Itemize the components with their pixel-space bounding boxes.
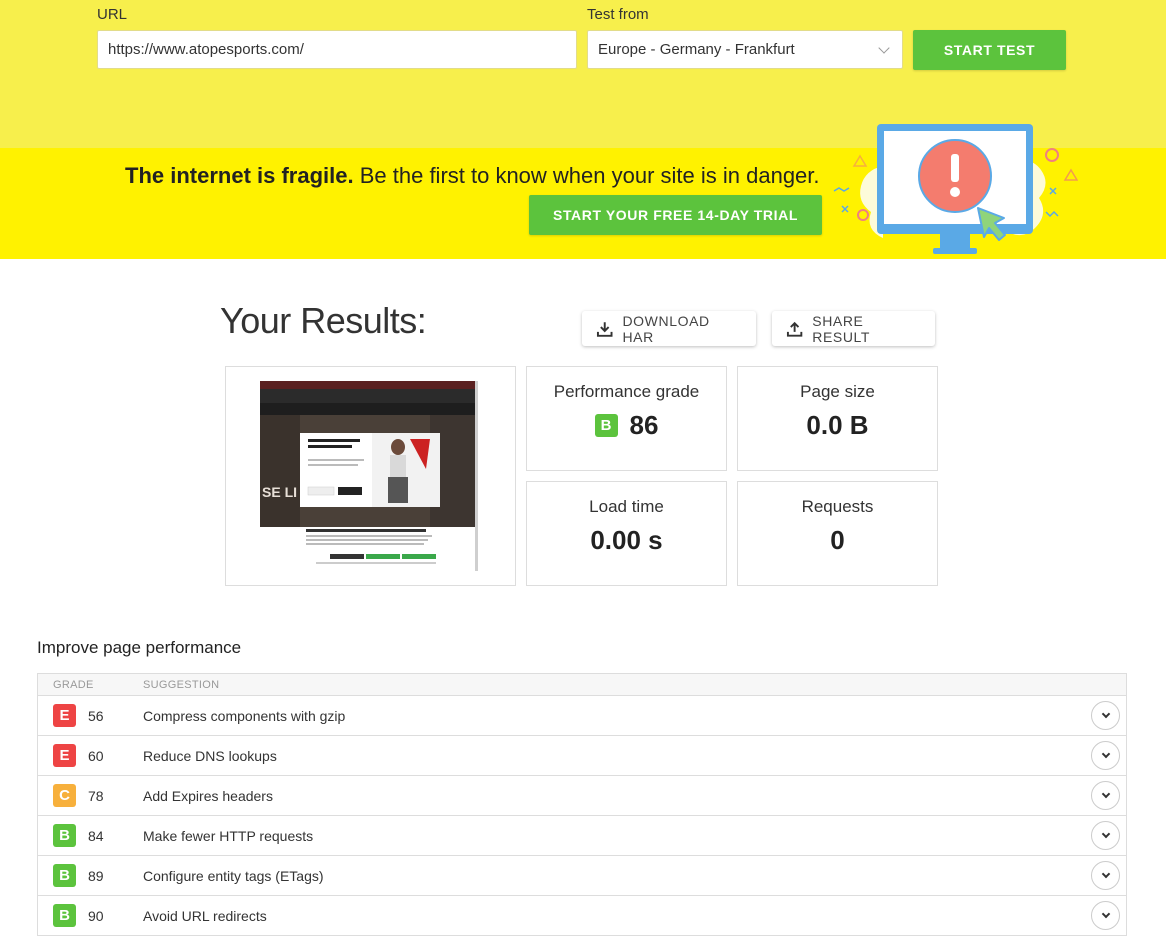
test-location-value: Europe - Germany - Frankfurt xyxy=(598,41,795,58)
test-from-label: Test from xyxy=(587,6,649,23)
grade-cell: C xyxy=(38,784,88,807)
svg-text:SE LI: SE LI xyxy=(262,484,297,500)
url-label: URL xyxy=(97,6,128,23)
grade-badge: B xyxy=(53,904,76,927)
expand-row-button[interactable] xyxy=(1091,901,1120,930)
table-header: GRADE SUGGESTION xyxy=(38,674,1126,696)
grade-cell: B xyxy=(38,904,88,927)
expand-row-button[interactable] xyxy=(1091,781,1120,810)
expand-row-button[interactable] xyxy=(1091,821,1120,850)
upload-share-icon xyxy=(786,321,803,337)
chevron-down-icon xyxy=(878,41,890,54)
promo-banner: The internet is fragile. Be the first to… xyxy=(0,124,1166,259)
test-location-select[interactable]: Europe - Germany - Frankfurt xyxy=(587,30,903,69)
site-screenshot-thumbnail: SE LI xyxy=(260,381,478,571)
suggestion-cell: Make fewer HTTP requests xyxy=(143,827,314,844)
chevron-down-icon xyxy=(1101,749,1110,759)
score-cell: 56 xyxy=(88,707,104,724)
table-row[interactable]: E 56 Compress components with gzip xyxy=(38,696,1126,736)
load-time-label: Load time xyxy=(589,497,664,516)
grade-cell: B xyxy=(38,864,88,887)
url-input[interactable] xyxy=(97,30,577,69)
expand-row-button[interactable] xyxy=(1091,741,1120,770)
grade-badge: E xyxy=(53,704,76,727)
promo-headline-rest: Be the first to know when your site is i… xyxy=(353,163,820,188)
chevron-down-icon xyxy=(1101,789,1110,799)
grade-cell: E xyxy=(38,744,88,767)
performance-grade-value: B 86 xyxy=(527,410,726,441)
score-cell: 60 xyxy=(88,747,104,764)
download-icon xyxy=(596,321,613,337)
suggestions-table: GRADE SUGGESTION E 56 Compress components … xyxy=(37,673,1127,936)
load-time-card: Load time 0.00 s xyxy=(526,481,727,586)
expand-row-button[interactable] xyxy=(1091,701,1120,730)
start-test-button[interactable]: START TEST xyxy=(913,30,1066,70)
chevron-down-icon xyxy=(1101,869,1110,879)
score-cell: 78 xyxy=(88,787,104,804)
download-har-button[interactable]: DOWNLOAD HAR xyxy=(582,311,756,346)
suggestion-cell: Avoid URL redirects xyxy=(143,907,267,924)
score-cell: 90 xyxy=(88,907,104,924)
results-title: Your Results: xyxy=(220,300,427,341)
score-cell: 89 xyxy=(88,867,104,884)
table-row[interactable]: B 84 Make fewer HTTP requests xyxy=(38,816,1126,856)
page-size-card: Page size 0.0 B xyxy=(737,366,938,471)
suggestion-cell: Configure entity tags (ETags) xyxy=(143,867,324,884)
expand-row-button[interactable] xyxy=(1091,861,1120,890)
monitor-alert-illustration xyxy=(833,124,1078,254)
table-row[interactable]: C 78 Add Expires headers xyxy=(38,776,1126,816)
grade-cell: B xyxy=(38,824,88,847)
grade-badge: E xyxy=(53,744,76,767)
promo-headline: The internet is fragile. Be the first to… xyxy=(125,163,820,189)
suggestion-column-header: SUGGESTION xyxy=(143,678,220,691)
improve-performance-title: Improve page performance xyxy=(37,638,242,657)
score-cell: 84 xyxy=(88,827,104,844)
grade-column-header: GRADE xyxy=(53,678,94,691)
suggestion-cell: Add Expires headers xyxy=(143,787,273,804)
grade-badge: B xyxy=(53,824,76,847)
load-time-value: 0.00 s xyxy=(590,525,663,555)
promo-headline-bold: The internet is fragile. xyxy=(125,163,354,188)
share-result-button[interactable]: SHARE RESULT xyxy=(772,311,935,346)
chevron-down-icon xyxy=(1101,909,1110,919)
suggestion-cell: Compress components with gzip xyxy=(143,707,346,724)
free-trial-button[interactable]: START YOUR FREE 14-DAY TRIAL xyxy=(529,195,822,235)
requests-label: Requests xyxy=(801,497,874,516)
performance-grade-card: Performance grade B 86 xyxy=(526,366,727,471)
table-row[interactable]: B 90 Avoid URL redirects xyxy=(38,896,1126,936)
performance-score: 86 xyxy=(629,410,659,440)
grade-badge: B xyxy=(594,414,618,437)
page-size-label: Page size xyxy=(800,382,875,401)
download-har-label: DOWNLOAD HAR xyxy=(622,312,710,345)
suggestion-cell: Reduce DNS lookups xyxy=(143,747,277,764)
grade-cell: E xyxy=(38,704,88,727)
table-row[interactable]: B 89 Configure entity tags (ETags) xyxy=(38,856,1126,896)
page-screenshot-card: SE LI xyxy=(225,366,516,586)
page-size-value: 0.0 B xyxy=(806,410,869,440)
grade-badge: B xyxy=(53,864,76,887)
share-result-label: SHARE RESULT xyxy=(812,312,871,345)
table-row[interactable]: E 60 Reduce DNS lookups xyxy=(38,736,1126,776)
chevron-down-icon xyxy=(1101,709,1110,719)
requests-value: 0 xyxy=(830,525,845,555)
requests-card: Requests 0 xyxy=(737,481,938,586)
grade-badge: C xyxy=(53,784,76,807)
performance-grade-label: Performance grade xyxy=(553,382,700,401)
chevron-down-icon xyxy=(1101,829,1110,839)
